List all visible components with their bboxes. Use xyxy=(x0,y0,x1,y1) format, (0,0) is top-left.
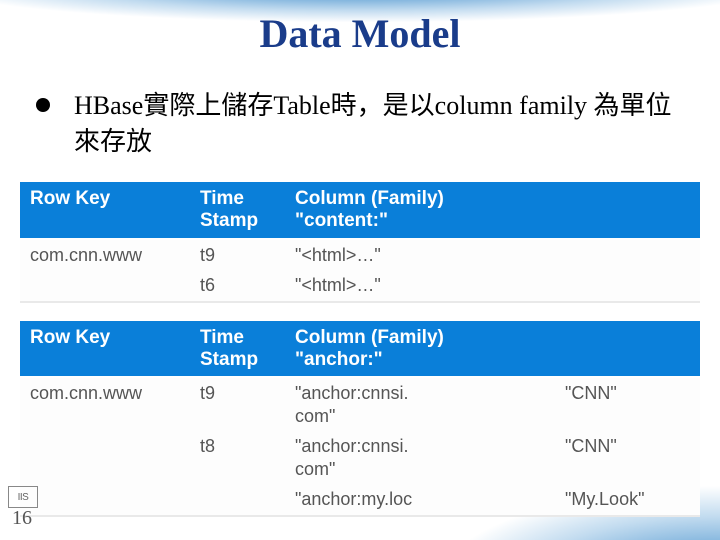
th-time-stamp: Time Stamp xyxy=(190,182,285,239)
cell-cf2: "CNN" xyxy=(555,431,700,484)
cell-cf2: "CNN" xyxy=(555,377,700,431)
cell-time-stamp: t8 xyxy=(190,431,285,484)
table-row: com.cnn.www t9 "anchor:cnnsi. com" "CNN" xyxy=(20,377,700,431)
th-column-family: Column (Family) "anchor:" xyxy=(285,321,700,378)
cell-row-key: com.cnn.www xyxy=(20,239,190,271)
cell-cf: "<html>…" xyxy=(285,270,700,302)
bullet-row: HBase實際上儲存Table時，是以column family 為單位來存放 xyxy=(36,88,684,161)
table-row: "anchor:my.loc "My.Look" xyxy=(20,484,700,516)
bullet-dot-icon xyxy=(36,98,50,112)
th-row-key: Row Key xyxy=(20,321,190,378)
cell-cf1: "anchor:my.loc xyxy=(285,484,555,516)
cell-cf1: "anchor:cnnsi. com" xyxy=(285,377,555,431)
slide-number: 16 xyxy=(12,507,32,530)
logo-icon: IIS xyxy=(8,486,38,508)
table-row: t8 "anchor:cnnsi. com" "CNN" xyxy=(20,431,700,484)
cell-row-key xyxy=(20,270,190,302)
cell-row-key xyxy=(20,484,190,516)
cell-time-stamp: t9 xyxy=(190,377,285,431)
tables-container: Row Key Time Stamp Column (Family) "cont… xyxy=(20,182,700,517)
table-header-row: Row Key Time Stamp Column (Family) "cont… xyxy=(20,182,700,239)
slide: Data Model HBase實際上儲存Table時，是以column fam… xyxy=(0,0,720,540)
cell-time-stamp: t9 xyxy=(190,239,285,271)
cell-time-stamp: t6 xyxy=(190,270,285,302)
table-anchor-family: Row Key Time Stamp Column (Family) "anch… xyxy=(20,321,700,517)
th-column-family: Column (Family) "content:" xyxy=(285,182,700,239)
th-row-key: Row Key xyxy=(20,182,190,239)
table-content-family: Row Key Time Stamp Column (Family) "cont… xyxy=(20,182,700,303)
cell-row-key xyxy=(20,431,190,484)
table-row: t6 "<html>…" xyxy=(20,270,700,302)
cell-cf: "<html>…" xyxy=(285,239,700,271)
cell-time-stamp xyxy=(190,484,285,516)
cell-cf2: "My.Look" xyxy=(555,484,700,516)
slide-title: Data Model xyxy=(0,10,720,57)
th-time-stamp: Time Stamp xyxy=(190,321,285,378)
table-row: com.cnn.www t9 "<html>…" xyxy=(20,239,700,271)
cell-row-key: com.cnn.www xyxy=(20,377,190,431)
bullet-text: HBase實際上儲存Table時，是以column family 為單位來存放 xyxy=(74,88,684,161)
table-header-row: Row Key Time Stamp Column (Family) "anch… xyxy=(20,321,700,378)
cell-cf1: "anchor:cnnsi. com" xyxy=(285,431,555,484)
